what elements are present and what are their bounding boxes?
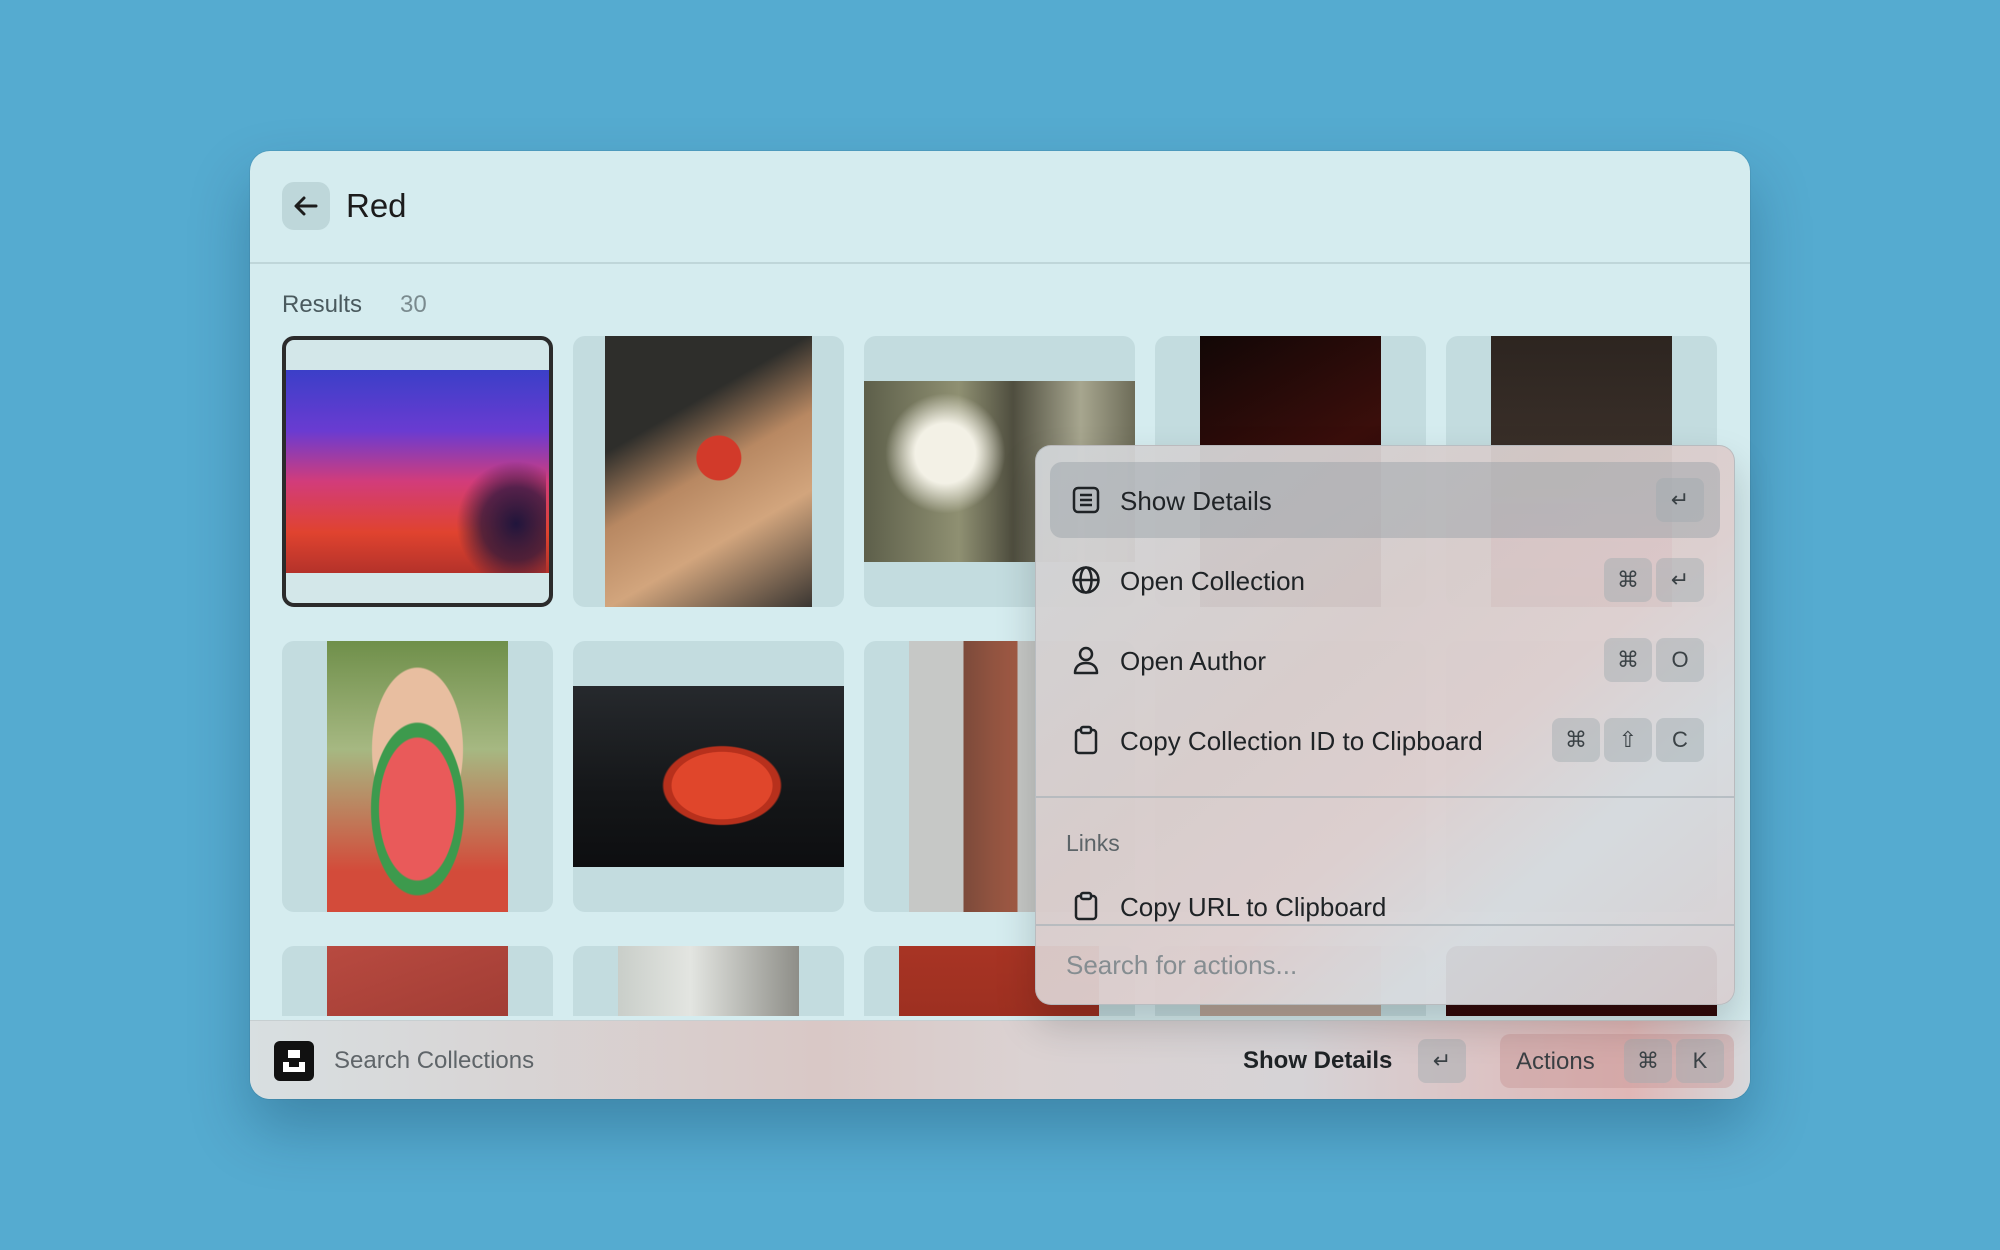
return-key-hint: ↵ <box>1656 558 1704 602</box>
clipboard-icon <box>1074 891 1098 921</box>
action-label: Show Details <box>1120 486 1272 516</box>
footer-bar: Search Collections Show Details ↵ Action… <box>250 1020 1750 1099</box>
person-icon <box>1073 646 1099 675</box>
action-label: Copy URL to Clipboard <box>1120 892 1387 922</box>
shift-key-hint: ⇧ <box>1604 718 1652 762</box>
action-label: Copy Collection ID to Clipboard <box>1120 726 1483 756</box>
back-button[interactable] <box>282 182 330 230</box>
list-icon <box>1072 486 1100 514</box>
action-label: Open Author <box>1120 646 1266 676</box>
search-actions-input[interactable]: Search for actions... <box>1066 950 1297 981</box>
divider <box>1036 924 1734 926</box>
grid-image-tile[interactable] <box>573 946 844 1016</box>
results-count: 30 <box>400 291 427 318</box>
scroll-clip: Copy URL to Clipboard <box>1036 876 1734 928</box>
photo-red-typewriter <box>573 686 844 867</box>
search-collections-input[interactable]: Search Collections <box>334 1047 534 1075</box>
section-title-links: Links <box>1066 830 1120 856</box>
photo-window-portrait <box>618 946 799 1016</box>
divider <box>1036 796 1734 798</box>
cmd-key-hint: ⌘ <box>1604 638 1652 682</box>
action-copy-collection-id[interactable]: Copy Collection ID to Clipboard ⌘ ⇧ C <box>1050 702 1720 778</box>
unsplash-logo <box>274 1041 314 1081</box>
action-open-author[interactable]: Open Author ⌘ O <box>1050 622 1720 698</box>
grid-image-tile[interactable] <box>573 641 844 912</box>
results-label: Results <box>282 291 363 318</box>
photo-tomatoes-board <box>605 336 812 607</box>
cmd-key-hint: ⌘ <box>1604 558 1652 602</box>
header: Red <box>250 151 1750 264</box>
action-panel: Show Details ↵ Open Collection ⌘ ↵ Open … <box>1035 445 1735 1005</box>
photo-silhouettes <box>446 450 546 573</box>
page-title: Red <box>346 187 407 224</box>
action-show-details[interactable]: Show Details ↵ <box>1050 462 1720 538</box>
grid-image-tile[interactable] <box>282 946 553 1016</box>
arrow-left-icon <box>294 196 318 216</box>
action-copy-url[interactable]: Copy URL to Clipboard <box>1050 876 1720 928</box>
globe-icon <box>1072 566 1100 594</box>
grid-image-tile[interactable] <box>282 336 553 607</box>
action-label: Open Collection <box>1120 566 1305 596</box>
actions-button[interactable]: Actions ⌘ K <box>1500 1034 1734 1088</box>
o-key-hint: O <box>1656 638 1704 682</box>
cmd-key-hint: ⌘ <box>1624 1039 1672 1083</box>
photo-woman-watermelon <box>327 641 508 912</box>
return-key-hint: ↵ <box>1418 1039 1466 1083</box>
grid-image-tile[interactable] <box>282 641 553 912</box>
cmd-key-hint: ⌘ <box>1552 718 1600 762</box>
show-details-button[interactable]: Show Details <box>1243 1047 1392 1075</box>
k-key-hint: K <box>1676 1039 1724 1083</box>
clipboard-icon <box>1074 725 1098 755</box>
grid-image-tile[interactable] <box>573 336 844 607</box>
actions-label: Actions <box>1516 1048 1595 1075</box>
c-key-hint: C <box>1656 718 1704 762</box>
action-open-collection[interactable]: Open Collection ⌘ ↵ <box>1050 542 1720 618</box>
photo-red-brick-roof <box>327 946 508 1016</box>
return-key-hint: ↵ <box>1656 478 1704 522</box>
